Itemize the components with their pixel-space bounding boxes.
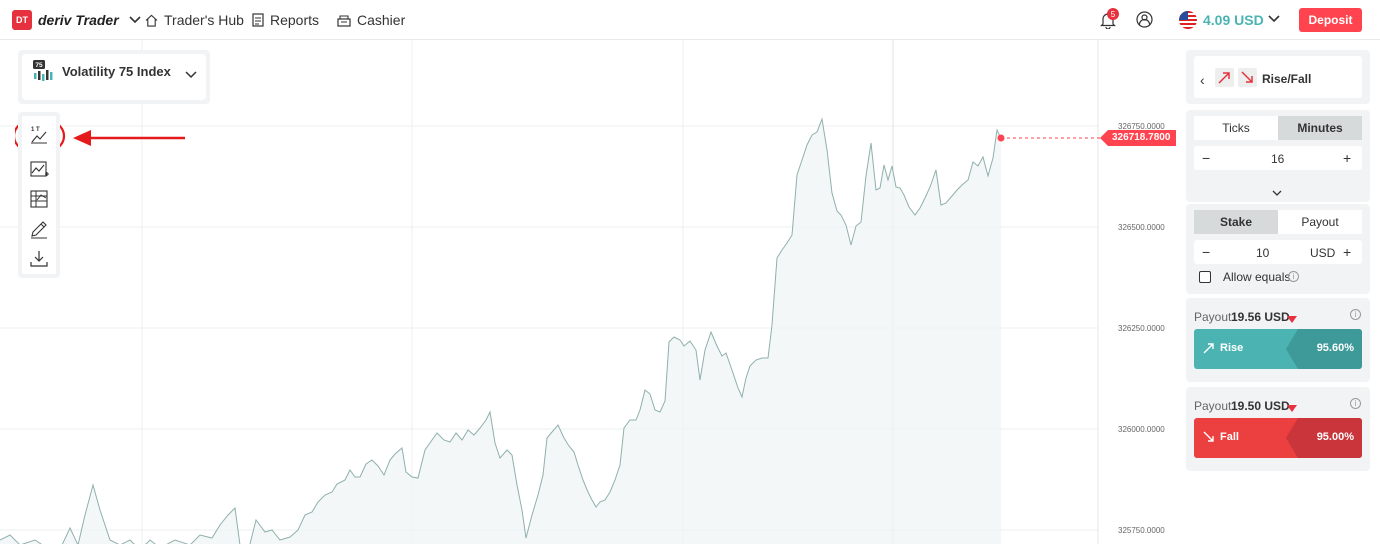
nav-label: Trader's Hub <box>164 12 244 28</box>
download-icon[interactable] <box>28 248 50 270</box>
account-balance[interactable]: 4.09 USD <box>1203 12 1264 28</box>
pencil-icon[interactable] <box>28 218 50 240</box>
home-icon <box>145 14 158 27</box>
fall-arrow-icon <box>1202 430 1216 449</box>
rise-purchase-button[interactable]: Rise 95.60% <box>1194 329 1362 369</box>
y-tick-label: 325750.0000 <box>1118 526 1165 535</box>
tab-stake[interactable]: Stake <box>1194 210 1278 234</box>
indicators-icon[interactable] <box>28 158 50 180</box>
fall-payout-label: Payout <box>1194 399 1232 413</box>
user-icon <box>1136 11 1153 28</box>
chart-type-icon[interactable]: 1 T <box>28 124 50 146</box>
chevron-down-icon[interactable] <box>185 70 197 82</box>
fall-label: Fall <box>1220 431 1239 443</box>
duration-increment-button[interactable]: + <box>1343 150 1351 166</box>
volatility-75-icon: 75 <box>30 60 56 91</box>
duration-value: 16 <box>1271 152 1285 166</box>
top-header: DT deriv Trader Trader's Hub Reports Cas… <box>0 0 1380 40</box>
price-area-fill <box>0 119 1001 544</box>
rise-label: Rise <box>1220 342 1244 354</box>
brand-name: deriv Trader <box>38 12 119 28</box>
stake-decrement-button[interactable]: − <box>1202 244 1210 260</box>
fall-percentage: 95.00% <box>1316 431 1354 443</box>
y-axis-labels: 326750.0000 326500.0000 326250.0000 326000.… <box>1118 122 1165 535</box>
platform-switcher[interactable]: DT deriv Trader <box>12 10 141 30</box>
rise-icon <box>1215 68 1234 87</box>
duration-decrement-button[interactable]: − <box>1202 150 1210 166</box>
nav-traders-hub[interactable]: Trader's Hub <box>145 12 244 28</box>
current-price-dot <box>997 134 1005 142</box>
y-tick-label: 326250.0000 <box>1118 324 1165 333</box>
account-settings[interactable] <box>1136 11 1153 33</box>
payout-down-triangle-icon <box>1281 400 1297 418</box>
stake-increment-button[interactable]: + <box>1343 244 1351 260</box>
us-flag-icon <box>1179 11 1197 29</box>
stake-input[interactable] <box>1194 240 1362 264</box>
reports-icon <box>252 13 264 27</box>
y-tick-label: 326500.0000 <box>1118 223 1165 232</box>
nav-label: Cashier <box>357 12 406 28</box>
fall-purchase-button[interactable]: Fall 95.00% <box>1194 418 1362 458</box>
info-icon[interactable]: i <box>1288 271 1299 282</box>
rise-payout-label: Payout <box>1194 310 1232 324</box>
fall-icon <box>1238 68 1257 87</box>
chevron-left-icon[interactable]: ‹ <box>1200 72 1205 88</box>
current-price-tag: 326718.7800 <box>1100 130 1177 146</box>
market-name: Volatility 75 Index <box>62 64 171 79</box>
tab-ticks[interactable]: Ticks <box>1194 116 1278 140</box>
nav-cashier[interactable]: Cashier <box>337 12 405 28</box>
svg-text:1 T: 1 T <box>31 127 40 133</box>
allow-equals-checkbox[interactable] <box>1199 271 1211 283</box>
deposit-button[interactable]: Deposit <box>1299 8 1362 32</box>
allow-equals-label: Allow equals <box>1223 270 1291 284</box>
y-tick-label: 326000.0000 <box>1118 425 1165 434</box>
nav-reports[interactable]: Reports <box>252 12 319 28</box>
rise-percentage: 95.60% <box>1316 342 1354 354</box>
notification-count-badge: 5 <box>1107 8 1119 20</box>
chevron-down-icon[interactable] <box>1272 184 1282 202</box>
nav-label: Reports <box>270 12 320 28</box>
svg-text:75: 75 <box>35 62 43 69</box>
y-tick-label: 326750.0000 <box>1118 122 1165 131</box>
deriv-trader-logo: DT <box>12 10 32 30</box>
chevron-down-icon[interactable] <box>1268 12 1280 26</box>
drawing-list-icon[interactable] <box>28 188 50 210</box>
cashier-icon <box>337 14 351 27</box>
info-icon[interactable]: i <box>1350 309 1361 320</box>
info-icon[interactable]: i <box>1350 398 1361 409</box>
stake-currency: USD <box>1310 246 1336 260</box>
chevron-down-icon <box>129 13 141 27</box>
payout-down-triangle-icon <box>1281 311 1297 329</box>
tab-minutes[interactable]: Minutes <box>1278 116 1362 140</box>
rise-arrow-icon <box>1202 341 1216 360</box>
stake-value: 10 <box>1256 246 1270 260</box>
tab-payout[interactable]: Payout <box>1278 210 1362 234</box>
contract-type-label: Rise/Fall <box>1262 72 1312 86</box>
